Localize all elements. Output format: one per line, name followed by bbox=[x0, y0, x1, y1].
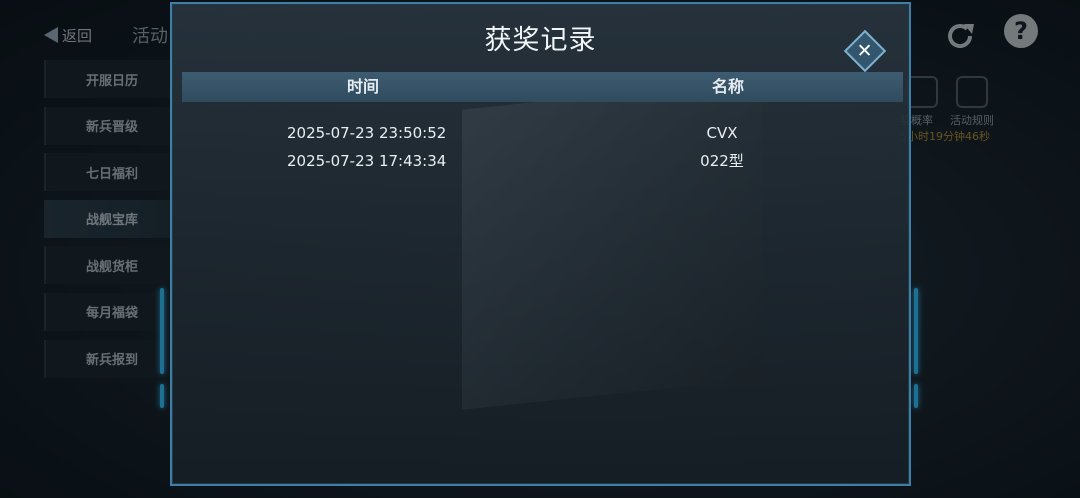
column-header-time: 时间 bbox=[347, 77, 380, 96]
close-icon: ✕ bbox=[857, 39, 873, 62]
row-name: 022型 bbox=[700, 152, 744, 170]
row-time: 2025-07-23 17:43:34 bbox=[287, 152, 447, 170]
row-name: CVX bbox=[706, 124, 738, 142]
table-row: 2025-07-23 17:43:34 022型 bbox=[182, 147, 903, 175]
award-record-dialog: 获奖记录 ✕ 时间 名称 2025-07-23 23:50:52 CVX 202… bbox=[170, 2, 911, 486]
column-header-name: 名称 bbox=[712, 77, 745, 96]
row-time: 2025-07-23 23:50:52 bbox=[287, 124, 447, 142]
table-header: 时间 名称 bbox=[182, 72, 903, 102]
dialog-title: 获奖记录 bbox=[484, 25, 597, 56]
table-row: 2025-07-23 23:50:52 CVX bbox=[182, 119, 903, 147]
